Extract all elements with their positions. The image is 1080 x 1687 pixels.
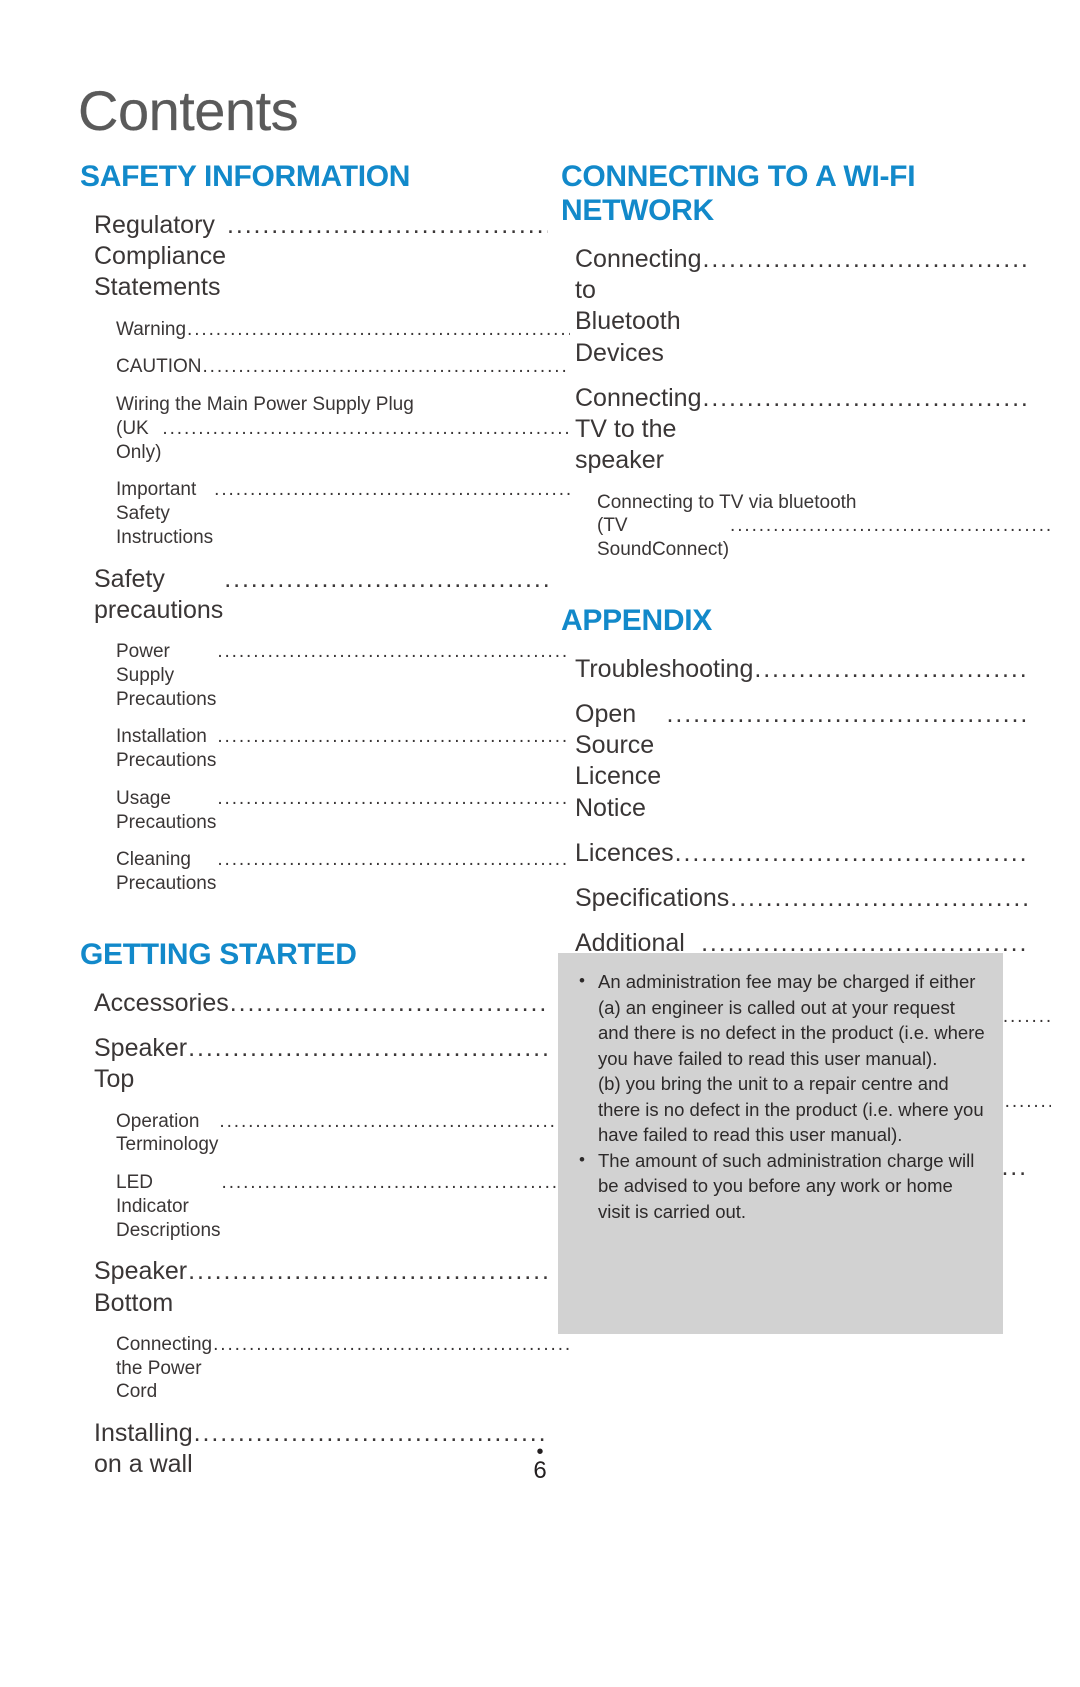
note-text: An administration fee may be charged if … (598, 971, 985, 1146)
note-item: • The amount of such administration charg… (574, 1148, 989, 1225)
note-list: • An administration fee may be charged if… (574, 969, 989, 1224)
bullet-icon: • (579, 1149, 585, 1169)
administration-fee-note: • An administration fee may be charged if… (558, 953, 1003, 1334)
page-title: Contents (78, 79, 299, 142)
note-item: • An administration fee may be charged if… (574, 969, 989, 1148)
note-text: The amount of such administration charge… (598, 1149, 980, 1222)
contents-page: Contents SAFETY INFORMATION Regulatory Co… (0, 0, 1080, 1527)
bullet-icon: • (579, 971, 585, 990)
toc-list: Accessories7Speaker Top7Operation Termin… (80, 988, 535, 1481)
page-footer: • 6 (0, 1442, 1080, 1484)
page-number: 6 (533, 1457, 547, 1484)
left-column: SAFETY INFORMATION Regulatory Compliance … (80, 160, 535, 1495)
